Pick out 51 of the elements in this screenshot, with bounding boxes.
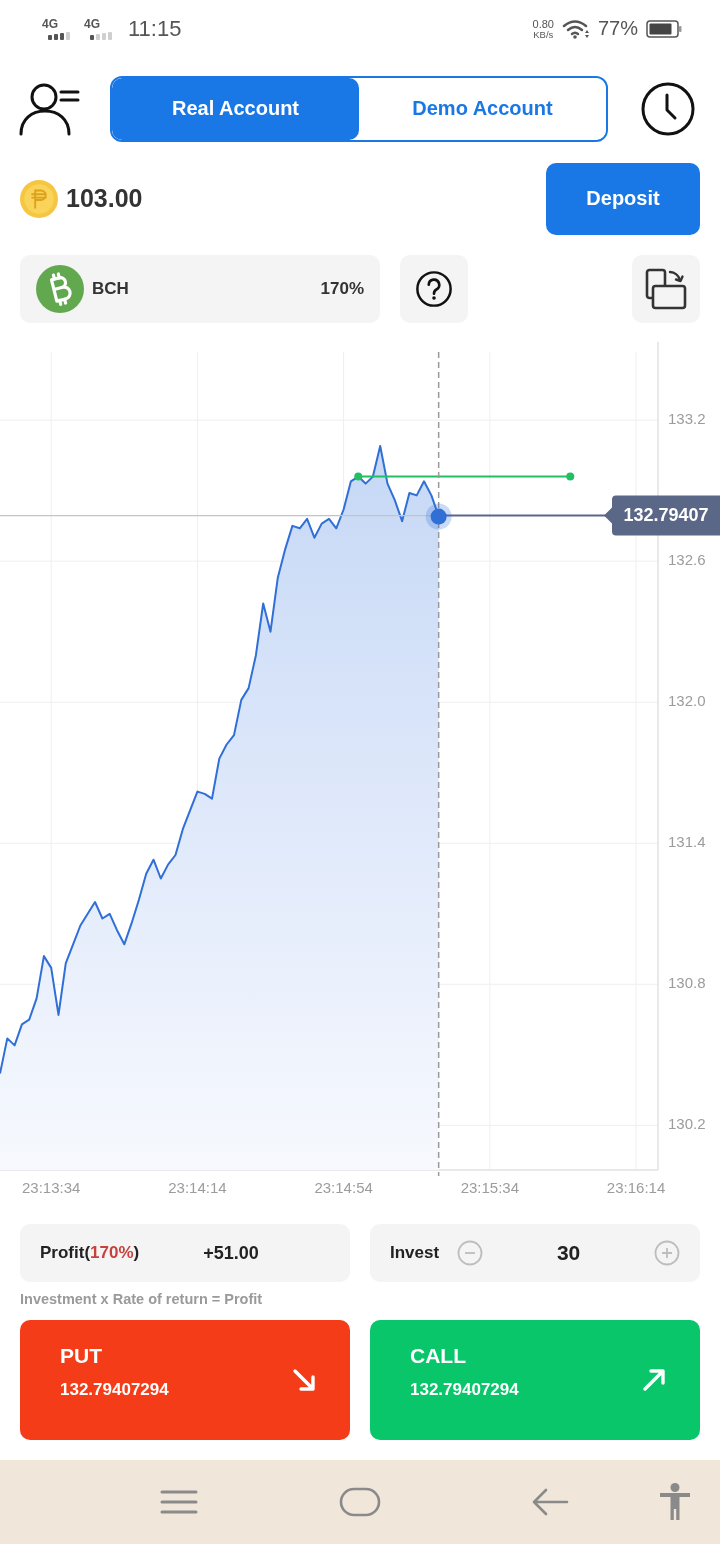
coin-icon xyxy=(20,179,58,218)
rotate-screen-button[interactable] xyxy=(632,254,700,323)
rotate-screen-icon xyxy=(645,267,687,310)
y-axis-label: 132.0 xyxy=(668,691,706,709)
signal-icon xyxy=(48,29,72,40)
call-button[interactable]: CALL 132.79407294 xyxy=(370,1320,700,1441)
deposit-button[interactable]: Deposit xyxy=(546,162,700,235)
x-axis-label: 23:14:54 xyxy=(314,1178,373,1196)
home-icon[interactable] xyxy=(339,1487,381,1518)
network-type: 4G xyxy=(84,17,101,30)
asset-selector[interactable]: BCH 170% xyxy=(20,254,380,323)
help-button[interactable] xyxy=(400,254,468,323)
battery-icon xyxy=(646,19,682,38)
y-axis-label: 130.2 xyxy=(668,1115,706,1133)
asset-payout: 170% xyxy=(320,278,364,299)
status-time: 11:15 xyxy=(128,15,182,42)
profit-value: +51.00 xyxy=(203,1242,259,1264)
y-axis-label: 132.6 xyxy=(668,550,706,568)
invest-label: Invest xyxy=(390,1243,440,1264)
back-icon[interactable] xyxy=(531,1488,569,1517)
clock-icon[interactable] xyxy=(640,80,696,137)
accessibility-icon[interactable] xyxy=(659,1483,691,1522)
help-icon xyxy=(415,269,453,308)
wifi-icon xyxy=(561,18,590,39)
ref-line-label: 132.79407 xyxy=(623,505,709,526)
balance-amount: 103.00 xyxy=(66,184,143,214)
price-tag: 132.79407 xyxy=(604,495,720,536)
menu-icon[interactable] xyxy=(160,1489,198,1516)
x-axis-label: 23:16:14 xyxy=(606,1178,666,1196)
price-marker-icon xyxy=(425,503,452,530)
user-menu-icon[interactable] xyxy=(18,81,80,136)
profit-label: Profit(170%) xyxy=(40,1243,140,1264)
asset-symbol: BCH xyxy=(92,278,129,299)
put-button[interactable]: PUT 132.79407294 xyxy=(20,1320,350,1441)
y-axis-label: 133.2 xyxy=(668,409,706,427)
plus-icon[interactable] xyxy=(654,1240,680,1267)
formula-hint: Investment x Rate of return = Profit xyxy=(20,1291,263,1308)
invest-amount: 30 xyxy=(556,1241,581,1266)
x-axis-label: 23:15:34 xyxy=(460,1178,520,1196)
account-tab[interactable]: Real Account xyxy=(112,77,359,140)
x-axis-label: 23:13:34 xyxy=(22,1178,81,1196)
network-speed: 0.80 xyxy=(532,18,554,30)
minus-icon[interactable] xyxy=(457,1240,484,1267)
signal-icon xyxy=(90,29,114,40)
coin-logo-icon xyxy=(36,264,84,313)
y-axis-label: 131.4 xyxy=(668,832,706,850)
network-type: 4G xyxy=(42,17,59,30)
x-axis-label: 23:14:14 xyxy=(168,1178,227,1196)
battery-percent: 77% xyxy=(597,17,638,41)
network-speed-unit: KB/s xyxy=(533,29,554,40)
y-axis-label: 130.8 xyxy=(668,974,706,991)
